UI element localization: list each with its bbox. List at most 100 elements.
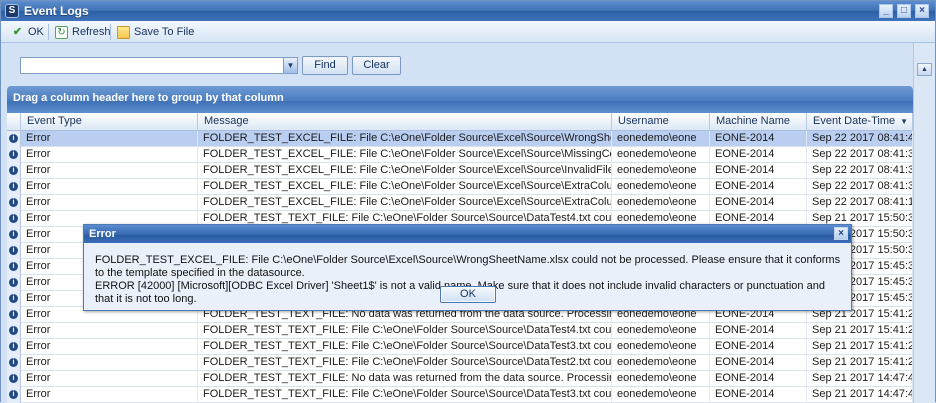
info-icon: i bbox=[9, 358, 18, 367]
cell-message: FOLDER_TEST_TEXT_FILE: File C:\eOne\Fold… bbox=[198, 387, 612, 403]
cell-event-type: Error bbox=[21, 339, 198, 355]
cell-event-type: Error bbox=[21, 371, 198, 387]
cell-event-date-time: Sep 22 2017 08:41:39 bbox=[807, 163, 913, 179]
cell-machine-name: EONE-2014 bbox=[710, 147, 807, 163]
row-indicator: i bbox=[7, 291, 21, 307]
cell-username: eonedemo\eone bbox=[612, 131, 710, 147]
column-header-event-date-time[interactable]: Event Date-Time ▼ bbox=[807, 113, 913, 131]
row-indicator: i bbox=[7, 179, 21, 195]
close-button[interactable]: × bbox=[915, 4, 929, 18]
cell-event-type: Error bbox=[21, 163, 198, 179]
cell-username: eonedemo\eone bbox=[612, 163, 710, 179]
table-row[interactable]: i Error FOLDER_TEST_EXCEL_FILE: File C:\eO… bbox=[7, 163, 913, 179]
clear-button[interactable]: Clear bbox=[352, 56, 401, 75]
cell-message: FOLDER_TEST_EXCEL_FILE: File C:\eOne\Fol… bbox=[198, 195, 612, 211]
column-header-machine-name[interactable]: Machine Name bbox=[710, 113, 807, 131]
event-date-time-label: Event Date-Time bbox=[813, 115, 896, 127]
cell-event-date-time: Sep 22 2017 08:41:40 bbox=[807, 131, 913, 147]
row-indicator: i bbox=[7, 355, 21, 371]
info-icon: i bbox=[9, 326, 18, 335]
table-row[interactable]: i Error FOLDER_TEST_EXCEL_FILE: File C:\eO… bbox=[7, 147, 913, 163]
cell-event-date-time: Sep 22 2017 08:41:39 bbox=[807, 179, 913, 195]
info-icon: i bbox=[9, 134, 18, 143]
info-icon: i bbox=[9, 214, 18, 223]
column-header-message[interactable]: Message bbox=[198, 113, 612, 131]
info-icon: i bbox=[9, 294, 18, 303]
column-header-username[interactable]: Username bbox=[612, 113, 710, 131]
dialog-ok-button[interactable]: OK bbox=[440, 286, 496, 303]
table-row[interactable]: i Error FOLDER_TEST_TEXT_FILE: File C:\eOn… bbox=[7, 387, 913, 403]
cell-message: FOLDER_TEST_EXCEL_FILE: File C:\eOne\Fol… bbox=[198, 147, 612, 163]
save-to-file-button[interactable]: Save To File bbox=[114, 23, 197, 41]
event-log-panel: ▼ Find Clear Drag a column header here t… bbox=[1, 43, 913, 403]
cell-machine-name: EONE-2014 bbox=[710, 355, 807, 371]
cell-event-date-time: Sep 21 2017 14:47:47 bbox=[807, 371, 913, 387]
table-row[interactable]: i Error FOLDER_TEST_EXCEL_FILE: File C:\eO… bbox=[7, 179, 913, 195]
error-dialog: Error × FOLDER_TEST_EXCEL_FILE: File C:\… bbox=[83, 224, 852, 311]
cell-message: FOLDER_TEST_TEXT_FILE: File C:\eOne\Fold… bbox=[198, 355, 612, 371]
dialog-close-icon[interactable]: × bbox=[834, 227, 848, 240]
info-icon: i bbox=[9, 182, 18, 191]
column-header-event-type[interactable]: Event Type bbox=[21, 113, 198, 131]
scroll-up-icon[interactable]: ▲ bbox=[917, 63, 932, 76]
row-indicator: i bbox=[7, 339, 21, 355]
cell-event-type: Error bbox=[21, 195, 198, 211]
cell-event-date-time: Sep 21 2017 15:41:21 bbox=[807, 323, 913, 339]
row-indicator: i bbox=[7, 323, 21, 339]
sort-descending-icon: ▼ bbox=[900, 117, 908, 126]
table-row[interactable]: i Error FOLDER_TEST_TEXT_FILE: File C:\eOn… bbox=[7, 355, 913, 371]
minimize-button[interactable]: _ bbox=[879, 4, 893, 18]
cell-username: eonedemo\eone bbox=[612, 371, 710, 387]
info-icon: i bbox=[9, 198, 18, 207]
row-indicator: i bbox=[7, 259, 21, 275]
table-row[interactable]: i Error FOLDER_TEST_TEXT_FILE: File C:\eOn… bbox=[7, 323, 913, 339]
cell-machine-name: EONE-2014 bbox=[710, 179, 807, 195]
cell-machine-name: EONE-2014 bbox=[710, 339, 807, 355]
find-button[interactable]: Find bbox=[302, 56, 348, 75]
cell-event-date-time: Sep 22 2017 08:41:16 bbox=[807, 195, 913, 211]
maximize-button[interactable]: □ bbox=[897, 4, 911, 18]
table-row[interactable]: i Error FOLDER_TEST_EXCEL_FILE: File C:\eO… bbox=[7, 131, 913, 147]
row-indicator: i bbox=[7, 307, 21, 323]
ok-label: OK bbox=[28, 26, 44, 38]
chevron-down-icon[interactable]: ▼ bbox=[283, 58, 297, 73]
cell-message: FOLDER_TEST_TEXT_FILE: File C:\eOne\Fold… bbox=[198, 323, 612, 339]
cell-machine-name: EONE-2014 bbox=[710, 163, 807, 179]
error-message-line: FOLDER_TEST_EXCEL_FILE: File C:\eOne\Fol… bbox=[95, 254, 841, 279]
cell-username: eonedemo\eone bbox=[612, 179, 710, 195]
table-row[interactable]: i Error FOLDER_TEST_TEXT_FILE: No data was… bbox=[7, 371, 913, 387]
cell-event-type: Error bbox=[21, 179, 198, 195]
cell-event-date-time: Sep 21 2017 15:41:21 bbox=[807, 355, 913, 371]
refresh-button[interactable]: ↻ Refresh bbox=[52, 23, 114, 41]
cell-event-date-time: Sep 21 2017 15:41:21 bbox=[807, 339, 913, 355]
info-icon: i bbox=[9, 166, 18, 175]
search-combobox[interactable]: ▼ bbox=[20, 57, 298, 74]
info-icon: i bbox=[9, 150, 18, 159]
ok-button[interactable]: ✔ OK bbox=[8, 23, 47, 41]
info-icon: i bbox=[9, 310, 18, 319]
group-by-area[interactable]: Drag a column header here to group by th… bbox=[7, 86, 913, 113]
event-logs-window: S Event Logs _ □ × ✔ OK ↻ Refresh Save T… bbox=[0, 0, 936, 403]
cell-machine-name: EONE-2014 bbox=[710, 131, 807, 147]
vertical-scrollbar[interactable]: ▲ bbox=[913, 43, 935, 403]
cell-event-type: Error bbox=[21, 355, 198, 371]
info-icon: i bbox=[9, 246, 18, 255]
refresh-icon: ↻ bbox=[55, 25, 68, 39]
row-indicator: i bbox=[7, 131, 21, 147]
cell-machine-name: EONE-2014 bbox=[710, 195, 807, 211]
cell-username: eonedemo\eone bbox=[612, 147, 710, 163]
info-icon: i bbox=[9, 230, 18, 239]
title-bar: S Event Logs _ □ × bbox=[1, 1, 935, 21]
table-row[interactable]: i Error FOLDER_TEST_TEXT_FILE: File C:\eOn… bbox=[7, 339, 913, 355]
info-icon: i bbox=[9, 390, 18, 399]
search-input[interactable] bbox=[21, 58, 281, 73]
toolbar-divider bbox=[48, 24, 49, 40]
table-row[interactable]: i Error FOLDER_TEST_EXCEL_FILE: File C:\eO… bbox=[7, 195, 913, 211]
row-indicator: i bbox=[7, 243, 21, 259]
row-indicator: i bbox=[7, 147, 21, 163]
cell-username: eonedemo\eone bbox=[612, 339, 710, 355]
info-icon: i bbox=[9, 262, 18, 271]
row-indicator: i bbox=[7, 387, 21, 403]
row-indicator: i bbox=[7, 371, 21, 387]
cell-machine-name: EONE-2014 bbox=[710, 371, 807, 387]
